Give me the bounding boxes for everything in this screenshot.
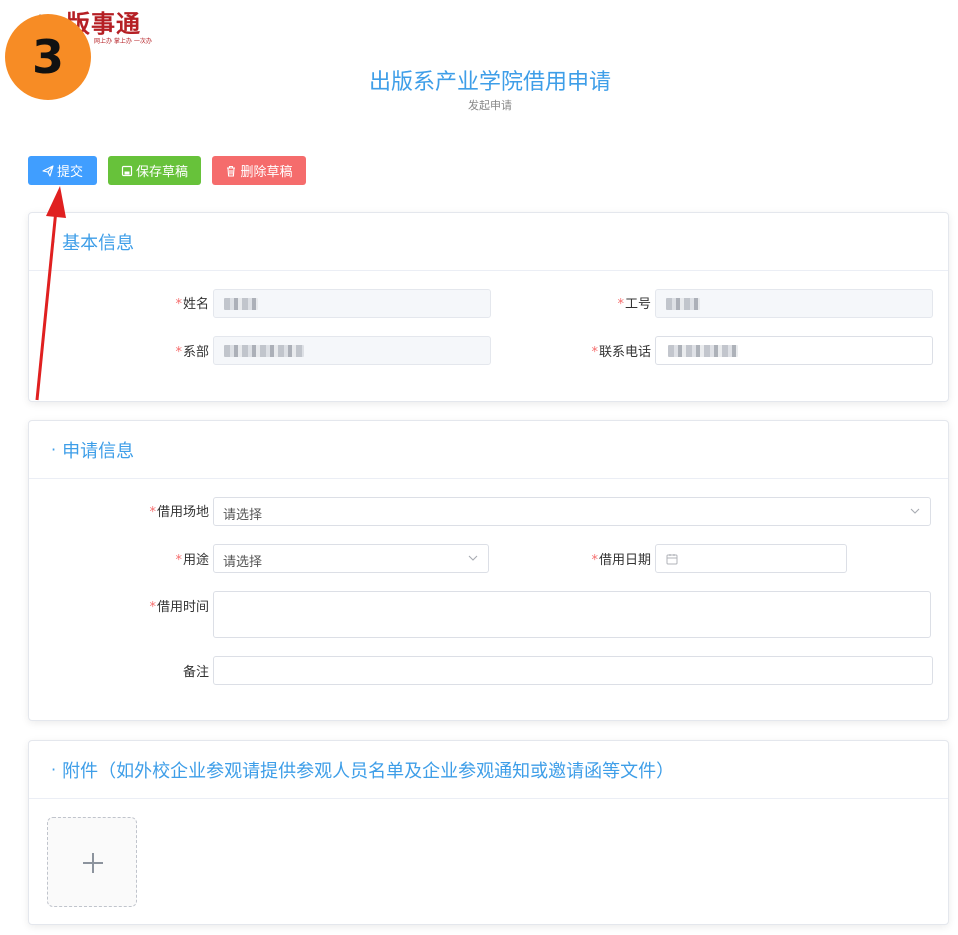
phone-label: *联系电话 [591,345,651,360]
redacted-phone [668,345,738,357]
staff-id-field[interactable] [655,289,933,318]
upload-button[interactable] [47,817,137,907]
section-dot-icon: · [51,440,57,459]
basic-info-header: · 基本信息 [29,213,948,271]
page-subtitle: 发起申请 [468,99,512,112]
basic-info-title: 基本信息 [62,232,135,254]
delete-draft-button-label: 删除草稿 [240,165,293,180]
chevron-down-icon [910,508,920,514]
redacted-department [224,345,304,357]
venue-label: *借用场地 [149,505,209,520]
section-dot-icon: · [51,232,57,251]
calendar-icon [666,554,678,565]
save-draft-button[interactable]: 保存草稿 [108,156,201,185]
section-dot-icon: · [51,760,57,779]
attachment-title: 附件（如外校企业参观请提供参观人员名单及企业参观通知或邀请函等文件） [62,760,675,782]
attachment-header: · 附件（如外校企业参观请提供参观人员名单及企业参观通知或邀请函等文件） [29,741,948,799]
remark-label: 备注 [182,665,209,680]
purpose-placeholder: 请选择 [223,555,263,570]
purpose-select[interactable]: 请选择 [213,544,489,573]
save-draft-button-label: 保存草稿 [135,165,188,180]
send-icon [42,164,54,177]
plus-icon-vertical [92,853,94,873]
logo-slogan: 网上办 掌上办 一次办 [94,38,152,45]
apply-info-card: · 申请信息 *借用场地 请选择 *用途 请选择 *借用日期 *借用时间 备注 [28,420,949,721]
remark-input[interactable] [213,656,933,685]
submit-button[interactable]: 提交 [28,156,97,185]
apply-info-header: · 申请信息 [29,421,948,479]
name-field[interactable] [213,289,491,318]
floppy-disk-icon [121,165,133,176]
delete-draft-button[interactable]: 删除草稿 [212,156,306,185]
submit-button-label: 提交 [56,165,83,180]
venue-select[interactable]: 请选择 [213,497,931,526]
page-title: 出版系产业学院借用申请 [368,70,611,95]
trash-icon [227,165,236,177]
chevron-down-icon [468,555,478,561]
basic-info-card: · 基本信息 *姓名 *工号 *系部 *联系电话 [28,212,949,402]
apply-info-title: 申请信息 [62,440,135,462]
time-textarea[interactable] [213,591,931,638]
date-picker[interactable] [655,544,847,573]
date-label: *借用日期 [591,553,651,568]
time-label: *借用时间 [149,600,209,615]
staff-id-label: *工号 [617,297,651,312]
purpose-label: *用途 [175,553,209,568]
name-label: *姓名 [175,297,209,312]
redacted-name [224,298,258,310]
venue-placeholder: 请选择 [223,508,263,523]
phone-field[interactable] [655,336,933,365]
redacted-staff-id [666,298,700,310]
department-field[interactable] [213,336,491,365]
department-label: *系部 [175,345,209,360]
attachment-card: · 附件（如外校企业参观请提供参观人员名单及企业参观通知或邀请函等文件） [28,740,949,925]
